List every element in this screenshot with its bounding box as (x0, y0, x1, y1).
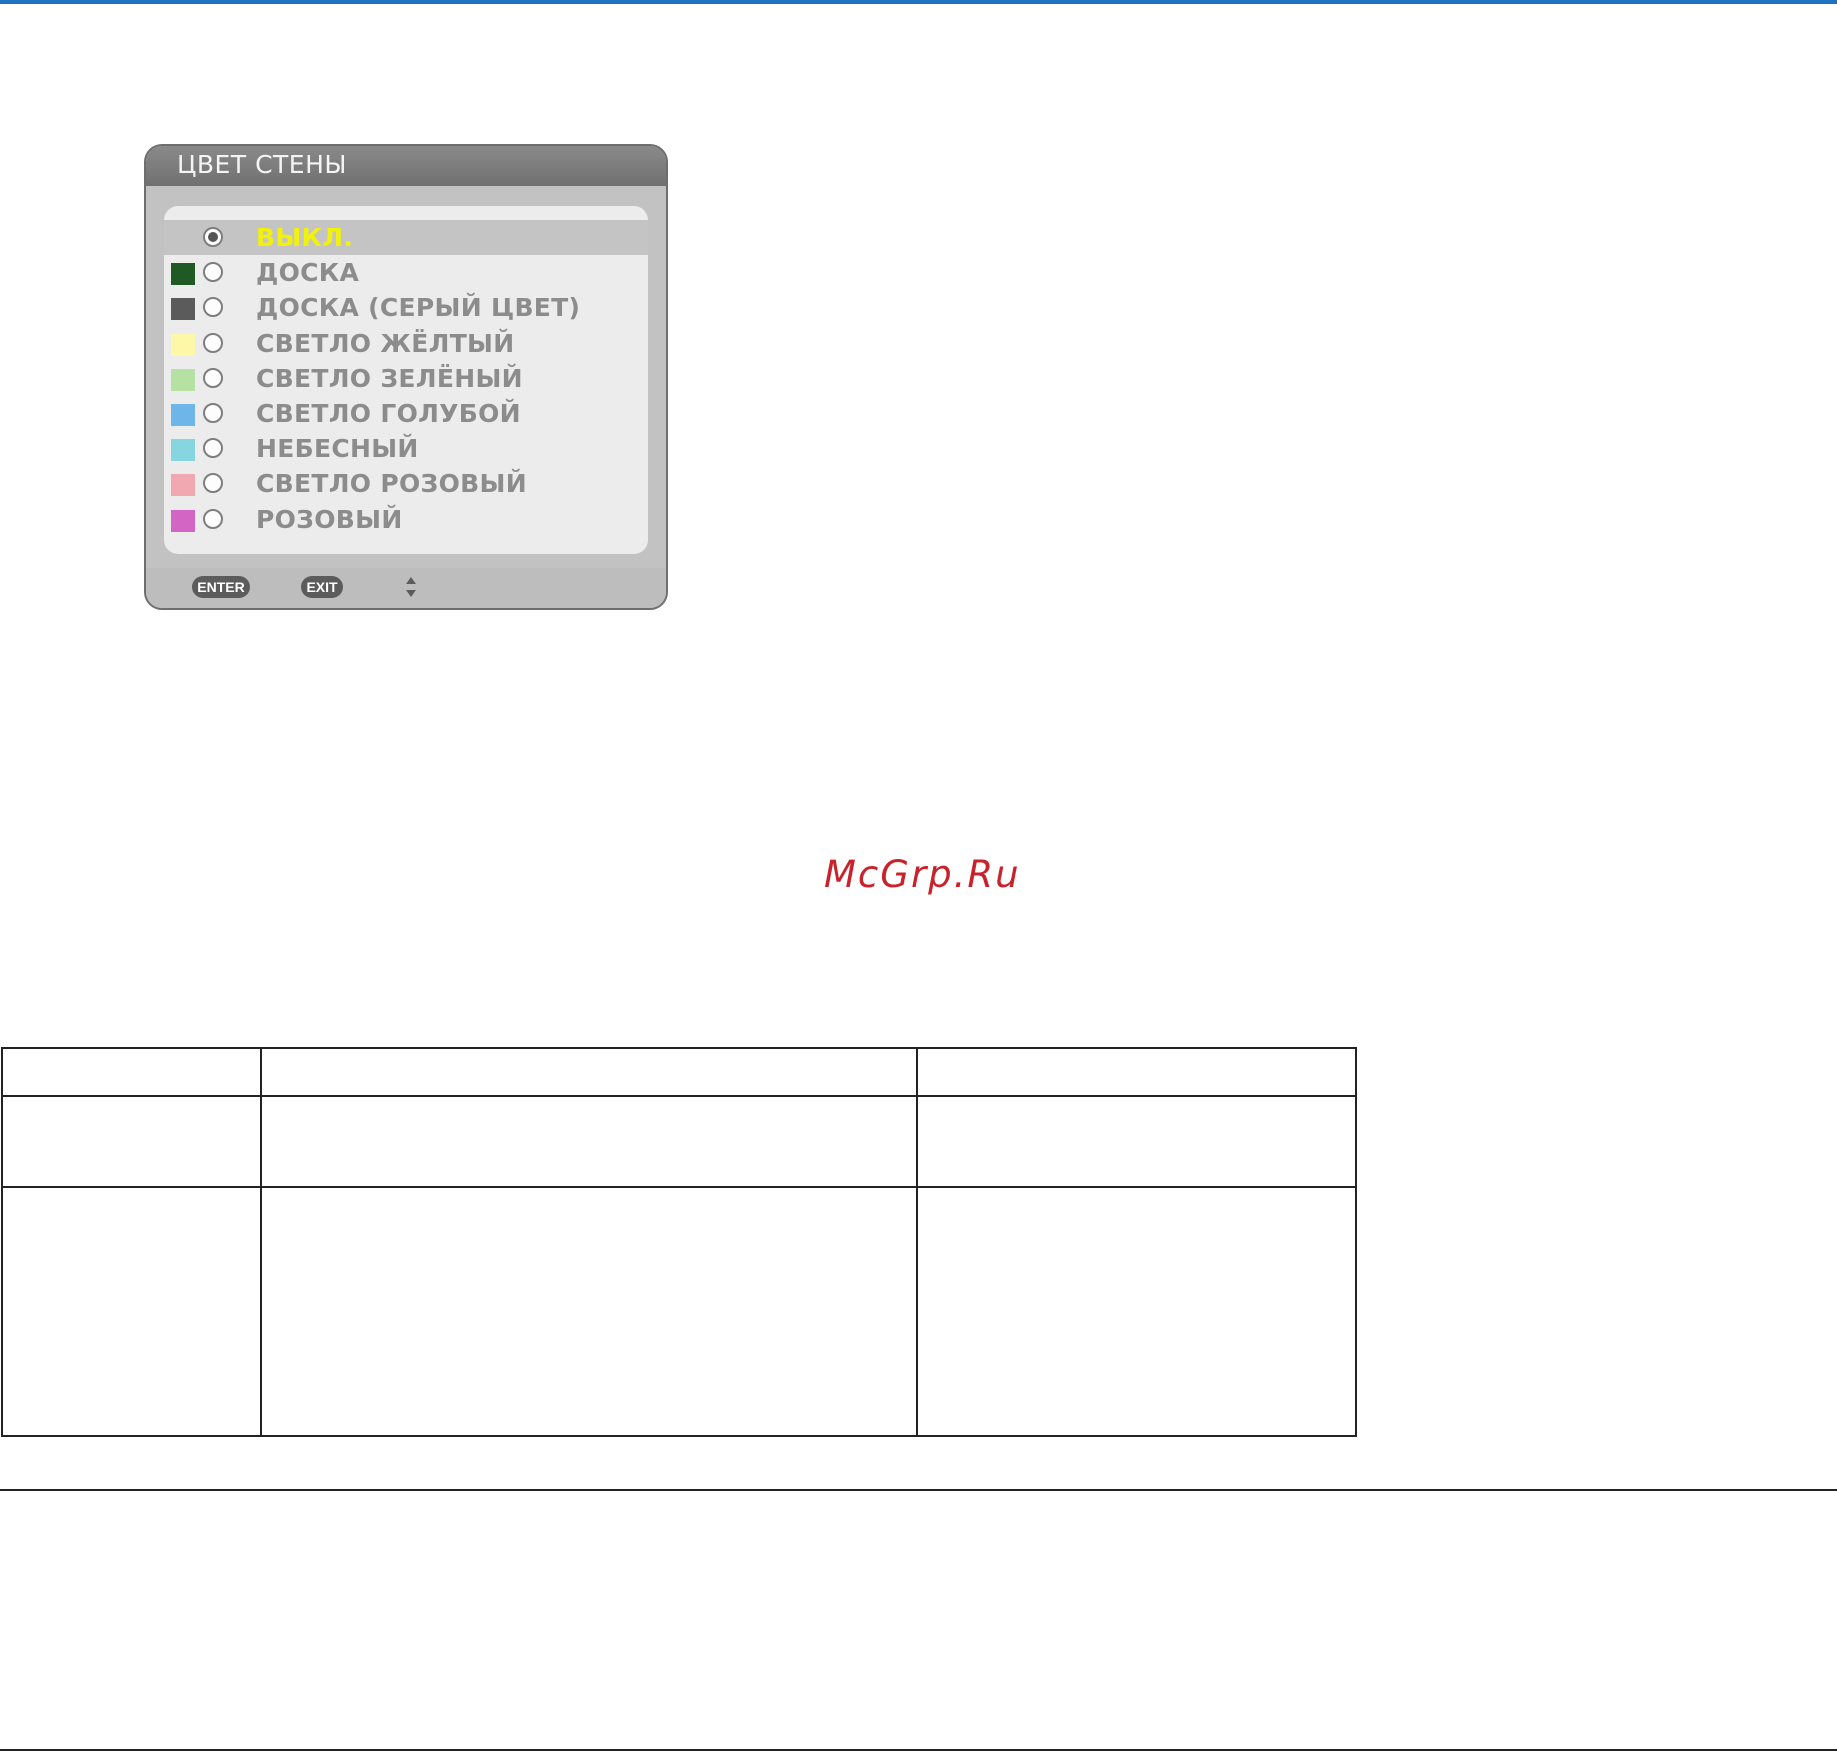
menu-option-label: ДОСКА (СЕРЫЙ ЦВЕТ) (256, 293, 581, 323)
menu-option-label: НЕБЕСНЫЙ (256, 434, 419, 464)
menu-footer: ENTER EXIT (146, 568, 666, 608)
menu-option[interactable]: СВЕТЛО РОЗОВЫЙ (164, 466, 648, 501)
color-swatch (171, 368, 195, 391)
menu-option[interactable]: ВЫКЛ. (164, 220, 648, 256)
menu-title: ЦВЕТ СТЕНЫ (146, 146, 666, 186)
table-cell (916, 1047, 1357, 1097)
radio-button-icon[interactable] (203, 508, 223, 529)
table-row (1, 1095, 1357, 1188)
menu-option[interactable]: ДОСКА (164, 255, 648, 290)
top-accent-rule (0, 0, 1837, 4)
color-swatch (171, 403, 195, 426)
empty-table (1, 1047, 1357, 1437)
menu-option[interactable]: СВЕТЛО ГОЛУБОЙ (164, 396, 648, 431)
radio-button-icon[interactable] (203, 227, 223, 247)
radio-button-icon[interactable] (203, 297, 223, 318)
radio-button-icon[interactable] (203, 262, 223, 283)
color-swatch (171, 439, 195, 462)
menu-options-panel: ВЫКЛ. ДОСКА ДОСКА (СЕРЫЙ ЦВЕТ) СВЕТЛО ЖЁЛТЫ… (164, 206, 648, 554)
menu-option-label: СВЕТЛО РОЗОВЫЙ (256, 469, 527, 499)
radio-button-icon[interactable] (203, 367, 223, 388)
color-swatch (171, 298, 195, 321)
exit-button[interactable]: EXIT (301, 576, 343, 598)
color-swatch (171, 333, 195, 356)
up-down-arrows-icon (406, 577, 416, 597)
page-bottom-rule (0, 1749, 1837, 1751)
color-swatch (171, 263, 195, 286)
table-cell (1, 1047, 262, 1097)
table-cell (916, 1095, 1357, 1188)
color-swatch (171, 509, 195, 532)
menu-option-label: ВЫКЛ. (256, 223, 354, 252)
color-swatch (171, 474, 195, 497)
menu-option[interactable]: РОЗОВЫЙ (164, 502, 648, 537)
table-cell (1, 1095, 262, 1188)
menu-option-list: ВЫКЛ. ДОСКА ДОСКА (СЕРЫЙ ЦВЕТ) СВЕТЛО ЖЁЛТЫ… (164, 220, 648, 537)
radio-button-icon[interactable] (203, 438, 223, 459)
menu-option-label: СВЕТЛО ГОЛУБОЙ (256, 398, 521, 428)
radio-button-icon[interactable] (203, 402, 223, 423)
table-cell (916, 1186, 1357, 1437)
watermark-text: McGrp.Ru (824, 853, 1021, 896)
menu-option[interactable]: СВЕТЛО ЖЁЛТЫЙ (164, 326, 648, 361)
table-row (1, 1047, 1357, 1097)
menu-option[interactable]: СВЕТЛО ЗЕЛЁНЫЙ (164, 361, 648, 396)
menu-option-label: СВЕТЛО ЖЁЛТЫЙ (256, 328, 515, 358)
radio-button-icon[interactable] (203, 332, 223, 353)
menu-option-label: РОЗОВЫЙ (256, 504, 403, 534)
menu-option[interactable]: ДОСКА (СЕРЫЙ ЦВЕТ) (164, 290, 648, 325)
enter-button[interactable]: ENTER (192, 576, 250, 598)
menu-option[interactable]: НЕБЕСНЫЙ (164, 431, 648, 466)
menu-option-label: ДОСКА (256, 258, 360, 288)
table-cell (260, 1047, 918, 1097)
table-cell (260, 1186, 918, 1437)
wall-color-menu: ЦВЕТ СТЕНЫ ВЫКЛ. ДОСКА ДОСКА (СЕРЫЙ ЦВЕТ) С… (144, 144, 668, 610)
radio-button-icon[interactable] (203, 473, 223, 494)
table-row (1, 1186, 1357, 1437)
menu-option-label: СВЕТЛО ЗЕЛЁНЫЙ (256, 363, 523, 393)
table-cell (1, 1186, 262, 1437)
table-cell (260, 1095, 918, 1188)
section-divider (0, 1489, 1837, 1491)
